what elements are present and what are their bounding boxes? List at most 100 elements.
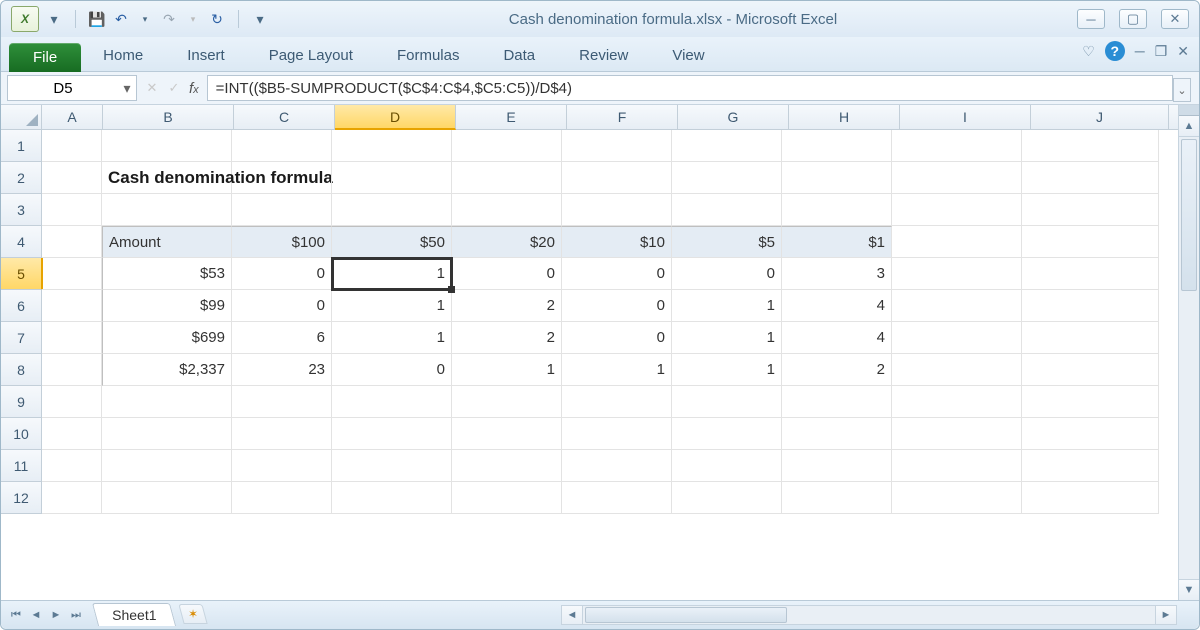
window-minimize-icon[interactable]: ─ [1135, 43, 1145, 59]
chevron-down-icon[interactable]: ▾ [251, 10, 269, 28]
table-cell[interactable]: 3 [782, 258, 892, 290]
table-cell[interactable]: 1 [672, 290, 782, 322]
sheet-nav-next-icon[interactable]: ► [47, 606, 65, 624]
cell[interactable] [1022, 450, 1159, 482]
cell[interactable] [892, 290, 1022, 322]
cell[interactable] [562, 386, 672, 418]
cell[interactable] [892, 482, 1022, 514]
table-cell[interactable]: 2 [782, 354, 892, 386]
table-cell[interactable]: 4 [782, 322, 892, 354]
cell[interactable] [892, 226, 1022, 258]
table-cell[interactable]: 0 [562, 258, 672, 290]
cell[interactable] [452, 450, 562, 482]
column-header[interactable]: D [335, 105, 456, 130]
column-header[interactable]: C [234, 105, 335, 129]
cell[interactable] [332, 162, 452, 194]
table-header-cell[interactable]: Amount [102, 226, 232, 258]
column-header[interactable]: I [900, 105, 1031, 129]
table-cell[interactable]: 1 [332, 290, 452, 322]
cell[interactable] [332, 482, 452, 514]
cell[interactable] [1022, 290, 1159, 322]
cell[interactable] [1022, 162, 1159, 194]
column-header[interactable]: J [1031, 105, 1169, 129]
cell[interactable] [562, 194, 672, 226]
cell[interactable] [232, 450, 332, 482]
cell[interactable] [452, 194, 562, 226]
table-cell[interactable]: 0 [452, 258, 562, 290]
cell[interactable] [332, 450, 452, 482]
cell[interactable] [892, 450, 1022, 482]
row-header[interactable]: 8 [1, 354, 42, 386]
ribbon-tab-insert[interactable]: Insert [165, 40, 247, 71]
row-header[interactable]: 3 [1, 194, 42, 226]
cell[interactable] [42, 450, 102, 482]
cell[interactable] [452, 162, 562, 194]
cell[interactable] [672, 162, 782, 194]
cell[interactable] [1022, 418, 1159, 450]
cell[interactable] [232, 162, 332, 194]
cell[interactable] [102, 130, 232, 162]
cell[interactable] [1022, 386, 1159, 418]
row-header[interactable]: 7 [1, 322, 42, 354]
cell[interactable] [892, 130, 1022, 162]
table-cell[interactable]: 1 [332, 322, 452, 354]
sheet-nav-last-icon[interactable]: ⏭ [67, 606, 85, 624]
ribbon-tab-home[interactable]: Home [81, 40, 165, 71]
fill-handle[interactable] [448, 286, 455, 293]
scroll-left-icon[interactable]: ◄ [561, 605, 583, 625]
row-header[interactable]: 4 [1, 226, 42, 258]
name-box-dropdown[interactable]: ▾ [118, 80, 136, 97]
ribbon-tab-formulas[interactable]: Formulas [375, 40, 482, 71]
cell[interactable] [452, 418, 562, 450]
column-header[interactable]: E [456, 105, 567, 129]
table-cell[interactable]: 6 [232, 322, 332, 354]
sheet-tab[interactable]: Sheet1 [92, 603, 177, 626]
cell[interactable] [562, 482, 672, 514]
save-icon[interactable]: 💾 [88, 10, 106, 28]
table-header-cell[interactable]: $5 [672, 226, 782, 258]
vertical-scrollbar[interactable]: ▲ ▼ [1178, 105, 1199, 600]
table-cell[interactable]: 1 [562, 354, 672, 386]
cell[interactable] [672, 450, 782, 482]
cell[interactable] [1022, 322, 1159, 354]
table-cell[interactable]: $699 [102, 322, 232, 354]
table-cell[interactable]: 2 [452, 290, 562, 322]
cell[interactable] [892, 162, 1022, 194]
ribbon-tab-review[interactable]: Review [557, 40, 650, 71]
cell[interactable] [892, 354, 1022, 386]
table-cell[interactable]: 0 [562, 290, 672, 322]
cell[interactable] [562, 418, 672, 450]
cell[interactable] [42, 130, 102, 162]
table-cell[interactable]: 1 [452, 354, 562, 386]
cell[interactable] [232, 482, 332, 514]
window-restore-icon[interactable]: ❐ [1155, 43, 1168, 60]
table-cell[interactable]: 0 [562, 322, 672, 354]
cell[interactable] [562, 130, 672, 162]
cell[interactable] [42, 194, 102, 226]
table-cell[interactable]: 2 [452, 322, 562, 354]
formula-input[interactable]: =INT(($B5-SUMPRODUCT($C$4:C$4,$C5:C5))/D… [207, 75, 1173, 101]
cell[interactable] [672, 386, 782, 418]
table-header-cell[interactable]: $100 [232, 226, 332, 258]
cell[interactable] [232, 130, 332, 162]
cell[interactable] [782, 482, 892, 514]
cell[interactable] [562, 162, 672, 194]
row-header[interactable]: 6 [1, 290, 42, 322]
cell[interactable] [892, 322, 1022, 354]
scroll-up-icon[interactable]: ▲ [1179, 116, 1199, 137]
cell[interactable] [782, 130, 892, 162]
table-cell[interactable]: 1 [332, 258, 452, 290]
help-icon[interactable]: ? [1105, 41, 1125, 61]
ribbon-tab-view[interactable]: View [650, 40, 726, 71]
chevron-down-icon[interactable]: ▾ [184, 10, 202, 28]
cell[interactable] [672, 418, 782, 450]
cell[interactable] [102, 418, 232, 450]
table-cell[interactable]: 23 [232, 354, 332, 386]
cell[interactable] [1022, 482, 1159, 514]
cell[interactable] [892, 418, 1022, 450]
table-cell[interactable]: 1 [672, 354, 782, 386]
cell[interactable] [102, 194, 232, 226]
ribbon-tab-data[interactable]: Data [481, 40, 557, 71]
row-header[interactable]: 10 [1, 418, 42, 450]
table-header-cell[interactable]: $1 [782, 226, 892, 258]
